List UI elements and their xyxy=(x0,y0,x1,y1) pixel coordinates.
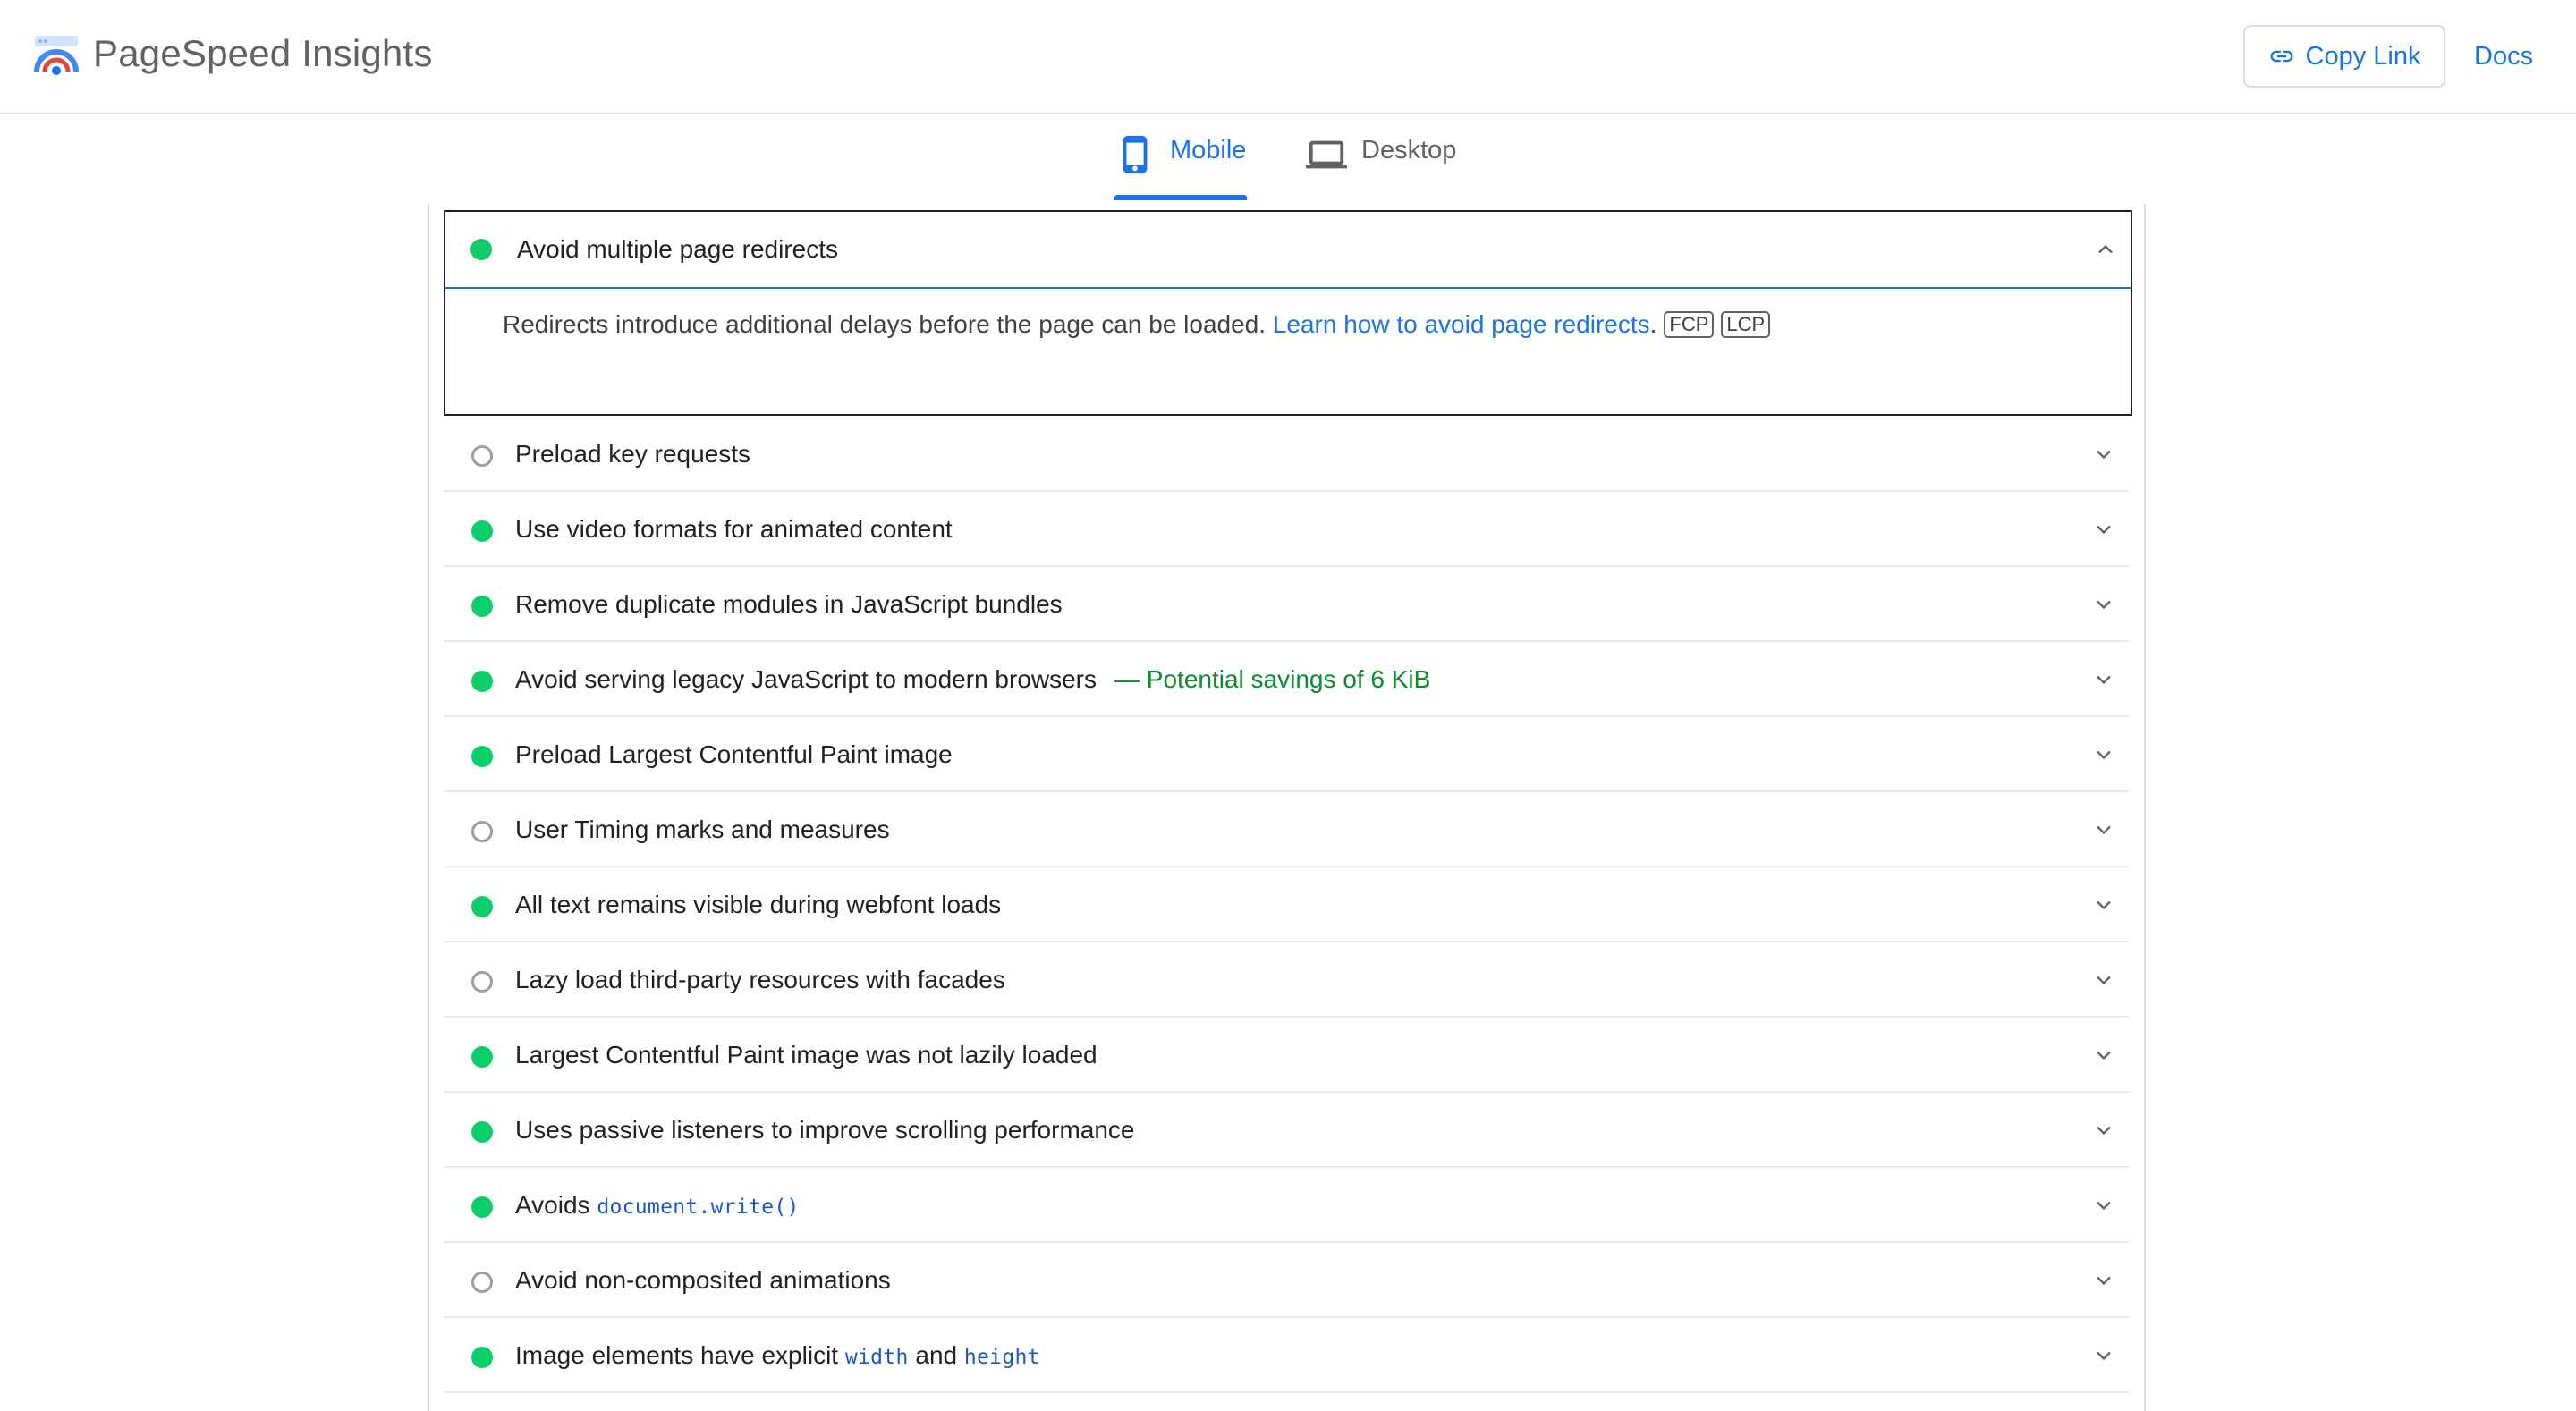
docs-link[interactable]: Docs xyxy=(2474,39,2533,73)
audit-title: Avoid non-composited animations xyxy=(515,1264,891,1297)
chevron-down-icon[interactable] xyxy=(2091,1268,2116,1293)
audit-row[interactable]: Remove duplicate modules in JavaScript b… xyxy=(444,567,2129,642)
audit-title-text: User Timing marks and measures xyxy=(515,815,890,843)
audit-header[interactable]: Avoid multiple page redirects xyxy=(445,212,2131,289)
audit-title: Preload Largest Contentful Paint image xyxy=(515,739,953,771)
audit-title-text: Lazy load third-party resources with fac… xyxy=(515,966,1005,993)
audit-title: Use video formats for animated content xyxy=(515,513,953,545)
info-status-icon xyxy=(471,1272,493,1293)
pagespeed-logo-icon xyxy=(34,36,79,75)
audit-row[interactable]: Preload key requests xyxy=(444,417,2129,492)
audit-title: Avoid serving legacy JavaScript to moder… xyxy=(515,663,1430,696)
chevron-up-icon[interactable] xyxy=(2093,237,2118,262)
audit-row[interactable]: Avoids document.write() xyxy=(444,1168,2129,1243)
audit-title: Preload key requests xyxy=(515,438,750,470)
audit-title-text: Image elements have explicit xyxy=(515,1341,845,1369)
chevron-down-icon[interactable] xyxy=(2091,442,2116,467)
audit-title-text: Uses passive listeners to improve scroll… xyxy=(515,1116,1135,1144)
chevron-down-icon[interactable] xyxy=(2091,1193,2116,1218)
pass-status-icon xyxy=(471,1121,493,1143)
info-status-icon xyxy=(471,445,493,467)
audit-title-code: width xyxy=(844,1346,909,1369)
audit-row[interactable]: Preload Largest Contentful Paint image xyxy=(444,717,2129,792)
audit-title-text: Preload key requests xyxy=(515,440,751,468)
metric-tag-fcp: FCP xyxy=(1664,311,1715,338)
audit-row[interactable]: Lazy load third-party resources with fac… xyxy=(444,942,2129,1018)
copy-link-button[interactable]: Copy Link xyxy=(2243,25,2445,88)
laptop-icon xyxy=(1306,140,1347,169)
audit-row[interactable]: Uses passive listeners to improve scroll… xyxy=(444,1093,2129,1168)
audit-row[interactable]: Image elements have explicit width and h… xyxy=(444,1318,2129,1393)
audit-title: Image elements have explicit width and h… xyxy=(515,1339,1040,1373)
audit-title: Remove duplicate modules in JavaScript b… xyxy=(515,588,1063,621)
chevron-down-icon[interactable] xyxy=(2091,1043,2116,1068)
learn-more-link[interactable]: Learn how to avoid page redirects xyxy=(1273,310,1650,338)
audit-row[interactable]: All text remains visible during webfont … xyxy=(444,867,2129,942)
potential-savings-text: — Potential savings of 6 KiB xyxy=(1114,665,1431,693)
audit-row[interactable]: Avoid serving legacy JavaScript to moder… xyxy=(444,642,2129,717)
audit-title: Avoid multiple page redirects xyxy=(517,235,839,263)
chevron-down-icon[interactable] xyxy=(2091,892,2116,917)
audit-description: Redirects introduce additional delays be… xyxy=(503,308,1771,341)
audit-row[interactable]: Largest Contentful Paint image was not l… xyxy=(444,1018,2129,1093)
smartphone-icon xyxy=(1123,135,1148,174)
audit-title-text: Avoid non-composited animations xyxy=(515,1266,891,1294)
info-status-icon xyxy=(471,821,493,842)
audit-title-text: Use video formats for animated content xyxy=(515,515,953,543)
copy-link-label: Copy Link xyxy=(2305,41,2421,71)
audit-title: Lazy load third-party resources with fac… xyxy=(515,964,1005,996)
panel-border-left xyxy=(428,204,429,1411)
audit-title-code: document.write() xyxy=(597,1196,800,1219)
audit-title: User Timing marks and measures xyxy=(515,814,890,846)
audit-title-text: Avoid serving legacy JavaScript to moder… xyxy=(515,665,1097,693)
pass-status-icon xyxy=(471,596,493,617)
active-tab-indicator xyxy=(1114,195,1247,200)
audit-expanded-redirects: Avoid multiple page redirects Redirects … xyxy=(444,210,2132,416)
audit-title-text-mid: and xyxy=(908,1341,964,1369)
app-title: PageSpeed Insights xyxy=(93,32,433,74)
pass-status-icon xyxy=(471,520,493,542)
tab-desktop-label: Desktop xyxy=(1361,136,1457,165)
pass-status-icon xyxy=(471,1196,493,1218)
pass-status-icon xyxy=(471,896,493,917)
audit-title: All text remains visible during webfont … xyxy=(515,889,1001,921)
audit-title-text: Remove duplicate modules in JavaScript b… xyxy=(515,590,1063,618)
pass-status-icon xyxy=(470,239,492,260)
audit-title: Uses passive listeners to improve scroll… xyxy=(515,1114,1135,1146)
audit-title-text: Largest Contentful Paint image was not l… xyxy=(515,1041,1097,1069)
chevron-down-icon[interactable] xyxy=(2091,667,2116,692)
tab-mobile-label: Mobile xyxy=(1170,136,1247,165)
chevron-down-icon[interactable] xyxy=(2091,1343,2116,1368)
panel-border-right xyxy=(2144,204,2146,1411)
audit-description-text: Redirects introduce additional delays be… xyxy=(503,310,1273,338)
audit-title-text: Avoids xyxy=(515,1191,597,1219)
audit-title-code: height xyxy=(963,1346,1040,1369)
metric-tag-lcp: LCP xyxy=(1721,311,1771,338)
pass-status-icon xyxy=(471,671,493,692)
audit-row[interactable]: Avoid non-composited animations xyxy=(444,1243,2129,1318)
chevron-down-icon[interactable] xyxy=(2091,742,2116,767)
audit-title: Largest Contentful Paint image was not l… xyxy=(515,1039,1097,1071)
pass-status-icon xyxy=(471,1046,493,1068)
link-icon xyxy=(2270,50,2293,63)
chevron-down-icon[interactable] xyxy=(2091,817,2116,842)
info-status-icon xyxy=(471,971,493,993)
chevron-down-icon[interactable] xyxy=(2091,967,2116,993)
audit-row[interactable]: Use video formats for animated content xyxy=(444,492,2129,567)
audit-row[interactable]: User Timing marks and measures xyxy=(444,792,2129,867)
pass-status-icon xyxy=(471,746,493,767)
audit-title-text: All text remains visible during webfont … xyxy=(515,891,1002,918)
chevron-down-icon[interactable] xyxy=(2091,517,2116,542)
description-period: . xyxy=(1649,310,1657,338)
tab-mobile[interactable]: Mobile xyxy=(1114,135,1247,200)
audit-title-text: Preload Largest Contentful Paint image xyxy=(515,740,953,768)
tab-desktop[interactable]: Desktop xyxy=(1306,136,1456,200)
app-header: PageSpeed Insights Copy Link Docs xyxy=(0,0,2576,114)
chevron-down-icon[interactable] xyxy=(2091,592,2116,617)
audit-title: Avoids document.write() xyxy=(515,1189,800,1223)
chevron-down-icon[interactable] xyxy=(2091,1118,2116,1143)
pass-status-icon xyxy=(471,1347,493,1368)
